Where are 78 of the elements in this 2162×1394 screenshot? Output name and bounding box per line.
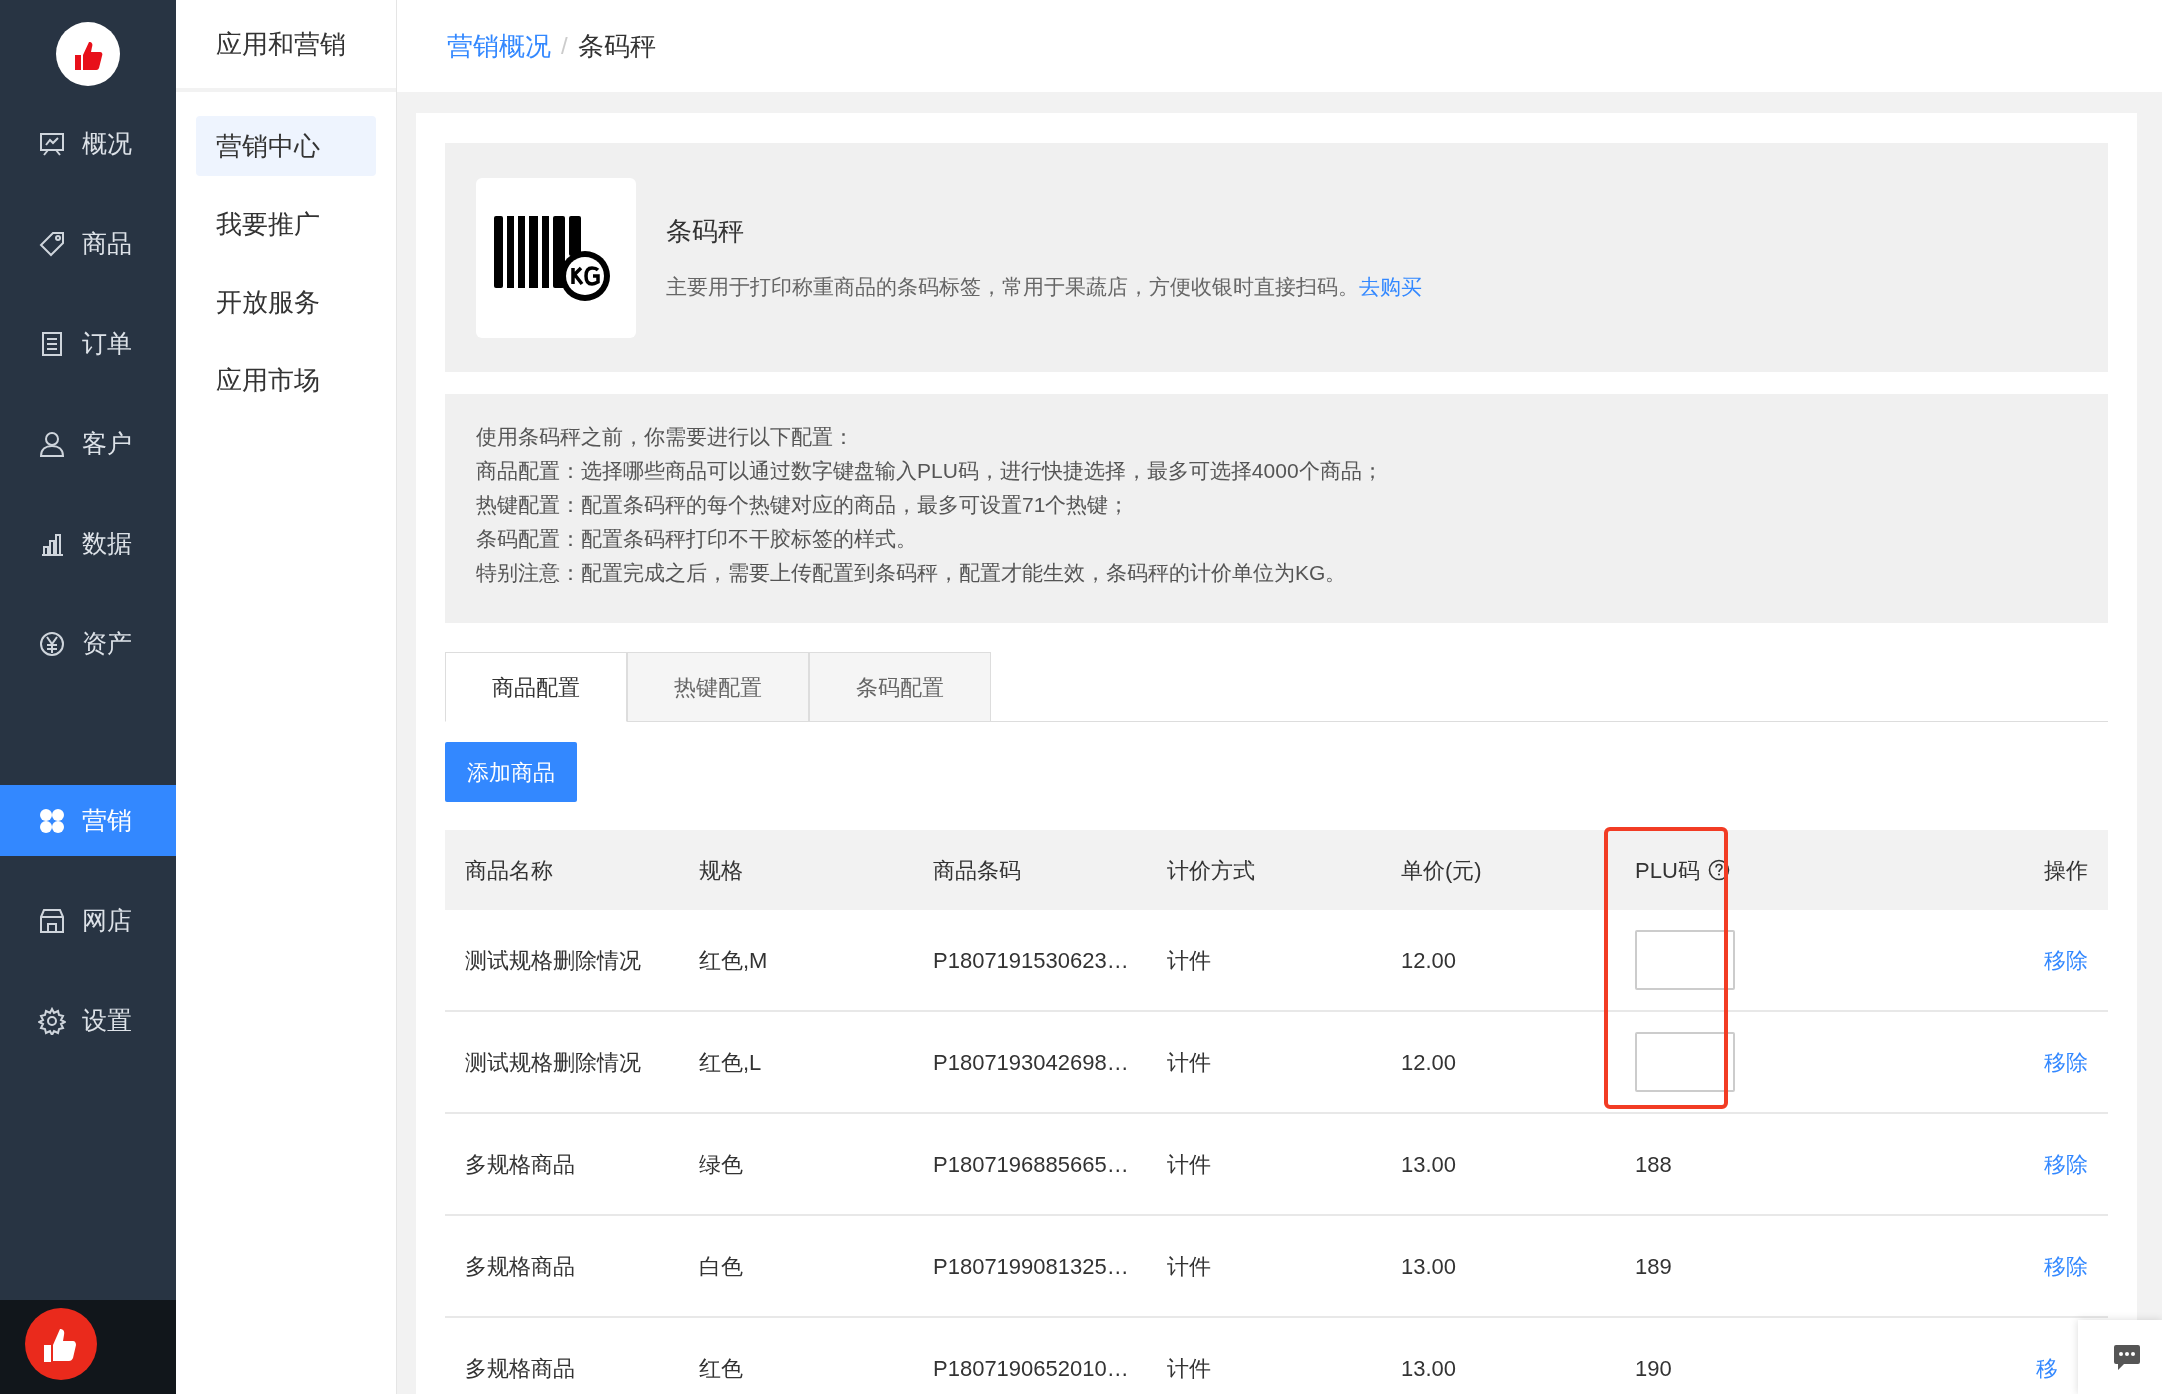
storefront-icon bbox=[38, 906, 66, 935]
app-title: 条码秤 bbox=[666, 215, 745, 249]
column-header: 商品名称 bbox=[465, 856, 553, 885]
tab[interactable]: 条码配置 bbox=[809, 652, 991, 722]
table-cell-text: 多规格商品 bbox=[465, 1252, 575, 1281]
table-cell-text: 13.00 bbox=[1401, 1354, 1457, 1383]
table-cell-text: 测试规格删除情况 bbox=[465, 1048, 641, 1077]
breadcrumb-separator: / bbox=[561, 31, 568, 61]
tag-icon bbox=[38, 229, 66, 258]
table-cell-text: 12.00 bbox=[1401, 1048, 1457, 1077]
help-icon[interactable] bbox=[1707, 859, 1730, 881]
column-header: 单价(元) bbox=[1401, 856, 1482, 885]
table-cell-text: 13.00 bbox=[1401, 1252, 1457, 1281]
table-cell-text: P1807190652010… bbox=[933, 1354, 1129, 1383]
settings-icon bbox=[38, 1006, 66, 1035]
submenu-item[interactable]: 我要推广 bbox=[196, 194, 376, 254]
remove-link[interactable]: 移 bbox=[2036, 1351, 2058, 1385]
tab[interactable]: 商品配置 bbox=[445, 652, 627, 722]
table-cell-text: 绿色 bbox=[699, 1150, 743, 1179]
nav-item[interactable]: 资产 bbox=[0, 608, 176, 679]
remove-link[interactable]: 移除 bbox=[2044, 1147, 2088, 1181]
table-cell-text: 189 bbox=[1635, 1252, 1672, 1281]
person-icon bbox=[38, 429, 66, 458]
remove-link[interactable]: 移除 bbox=[2044, 1045, 2088, 1079]
table-cell-text: 测试规格删除情况 bbox=[465, 946, 641, 975]
breadcrumb-current: 条码秤 bbox=[577, 29, 656, 63]
note-line: 热键配置：配置条码秤的每个热键对应的商品，最多可设置71个热键； bbox=[476, 492, 1131, 518]
table-cell-text: 白色 bbox=[699, 1252, 743, 1281]
table-cell-text: 计件 bbox=[1167, 1354, 1211, 1383]
chat-widget[interactable] bbox=[2078, 1320, 2162, 1394]
four-petal-icon bbox=[38, 806, 66, 835]
note-line: 商品配置：选择哪些商品可以通过数字键盘输入PLU码，进行快捷选择，最多可选择4000个商品； bbox=[476, 458, 1384, 484]
submenu-title: 应用和营销 bbox=[216, 27, 346, 61]
table-cell-text: P1807199081325… bbox=[933, 1252, 1129, 1281]
nav-item[interactable]: 客户 bbox=[0, 408, 176, 479]
table-cell-text: 多规格商品 bbox=[465, 1150, 575, 1179]
column-header: PLU码 bbox=[1635, 856, 1700, 885]
yuan-coin-icon bbox=[38, 629, 66, 658]
note-line: 使用条码秤之前，你需要进行以下配置： bbox=[476, 424, 855, 450]
table-cell-text: 多规格商品 bbox=[465, 1354, 575, 1383]
table-cell-text: 计件 bbox=[1167, 946, 1211, 975]
note-line: 特别注意：配置完成之后，需要上传配置到条码秤，配置才能生效，条码秤的计价单位为KG。 bbox=[476, 560, 1348, 586]
nav-item[interactable]: 概况 bbox=[0, 108, 176, 179]
nav-item[interactable]: 设置 bbox=[0, 985, 176, 1056]
table-cell-text: 红色,M bbox=[699, 946, 768, 975]
column-header: 计价方式 bbox=[1167, 856, 1255, 885]
thumbs-up-icon[interactable] bbox=[25, 1308, 97, 1380]
column-header: 操作 bbox=[2044, 856, 2088, 885]
table-cell-text: 188 bbox=[1635, 1150, 1672, 1179]
nav-item[interactable]: 网店 bbox=[0, 885, 176, 956]
note-line: 条码配置：配置条码秤打印不干胶标签的样式。 bbox=[476, 526, 918, 552]
table-cell-text: 计件 bbox=[1167, 1150, 1211, 1179]
table-cell-text: P1807191530623… bbox=[933, 946, 1129, 975]
remove-link[interactable]: 移除 bbox=[2044, 1249, 2088, 1283]
submenu-item[interactable]: 开放服务 bbox=[196, 272, 376, 332]
submenu-item[interactable]: 应用市场 bbox=[196, 350, 376, 410]
submenu-item[interactable]: 营销中心 bbox=[196, 116, 376, 176]
table-cell-text: 计件 bbox=[1167, 1048, 1211, 1077]
column-header: 商品条码 bbox=[933, 856, 1021, 885]
nav-item[interactable]: 商品 bbox=[0, 208, 176, 279]
table-cell-text: P1807196885665… bbox=[933, 1150, 1129, 1179]
table-cell-text: 13.00 bbox=[1401, 1150, 1457, 1179]
logo-icon[interactable] bbox=[56, 22, 120, 86]
tab[interactable]: 热键配置 bbox=[627, 652, 809, 722]
table-cell-text: 12.00 bbox=[1401, 946, 1457, 975]
table-cell-text: 红色 bbox=[699, 1354, 743, 1383]
remove-link[interactable]: 移除 bbox=[2044, 943, 2088, 977]
table-cell-text: P1807193042698… bbox=[933, 1048, 1129, 1077]
table-cell-text: 红色,L bbox=[699, 1048, 762, 1077]
nav-item[interactable]: 订单 bbox=[0, 308, 176, 379]
column-header: 规格 bbox=[699, 856, 743, 885]
chat-icon[interactable] bbox=[2112, 1342, 2142, 1372]
plu-input[interactable] bbox=[1635, 1032, 1735, 1092]
table-cell-text: 计件 bbox=[1167, 1252, 1211, 1281]
table-cell-text: 190 bbox=[1635, 1354, 1672, 1383]
nav-item[interactable]: 数据 bbox=[0, 508, 176, 579]
app-description: 主要用于打印称重商品的条码标签，常用于果蔬店，方便收银时直接扫码。去购买 bbox=[666, 274, 1422, 301]
plu-input[interactable] bbox=[1635, 930, 1735, 990]
